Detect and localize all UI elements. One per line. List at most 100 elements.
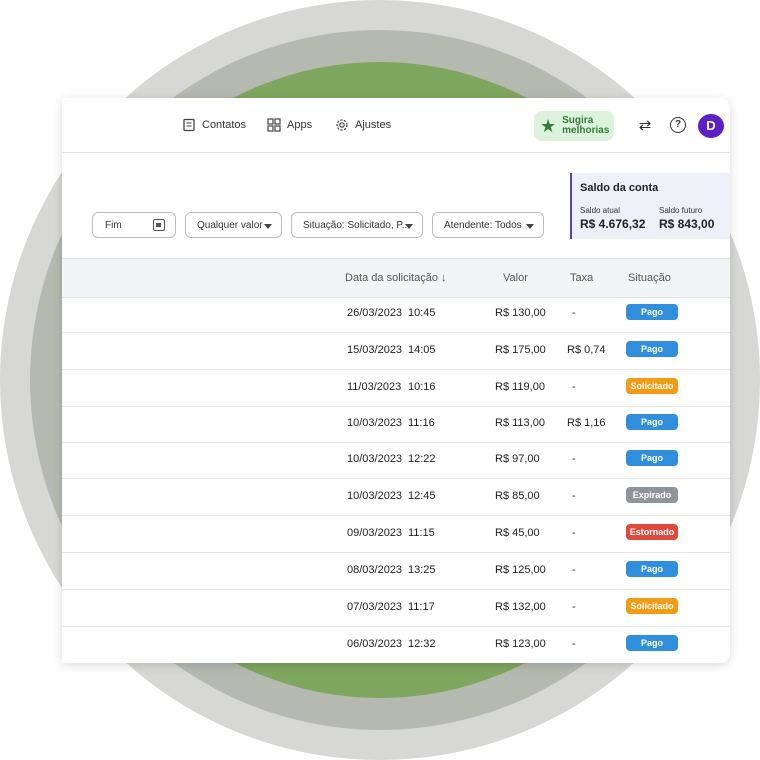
gear-icon xyxy=(336,119,348,131)
attendant-filter[interactable]: Atendente: Todos xyxy=(432,212,544,238)
table-row[interactable]: 26/03/2023 10:45 R$ 130,00 - Pago xyxy=(62,296,730,333)
avatar[interactable]: D xyxy=(698,114,724,138)
star-icon: ★ xyxy=(540,116,557,136)
status-badge: Pago xyxy=(626,561,678,577)
row-time: 12:22 xyxy=(408,453,436,465)
table-row[interactable]: 06/03/2023 12:32 R$ 123,00 - Pago xyxy=(62,627,730,663)
row-time: 13:25 xyxy=(408,564,436,576)
contacts-icon xyxy=(183,118,195,132)
calendar-icon xyxy=(153,219,165,231)
chevron-down-icon xyxy=(405,224,413,229)
table-header: Data da solicitação ↓ Valor Taxa Situaçã… xyxy=(62,258,730,298)
table-row[interactable]: 10/03/2023 12:45 R$ 85,00 - Expirado xyxy=(62,479,730,516)
table-row[interactable]: 10/03/2023 12:22 R$ 97,00 - Pago xyxy=(62,442,730,479)
chevron-down-icon xyxy=(526,224,534,229)
row-time: 11:17 xyxy=(408,601,435,613)
row-fee: - xyxy=(572,564,576,576)
column-header-value[interactable]: Valor xyxy=(503,272,528,284)
row-value: R$ 123,00 xyxy=(495,638,546,650)
apps-grid-icon xyxy=(267,118,281,132)
status-badge: Pago xyxy=(626,414,678,430)
value-filter[interactable]: Qualquer valor xyxy=(185,212,282,238)
row-date: 08/03/2023 xyxy=(347,564,403,576)
status-filter-label: Situação: Solicitado, P... xyxy=(303,219,411,231)
row-time: 14:05 xyxy=(408,344,436,356)
row-time: 10:45 xyxy=(408,307,436,319)
row-fee: - xyxy=(572,601,576,613)
nav-item-ajustes[interactable]: Ajustes xyxy=(335,118,391,132)
table-row[interactable]: 11/03/2023 10:16 R$ 119,00 - Solicitado xyxy=(62,370,730,407)
row-fee: R$ 1,16 xyxy=(567,417,606,429)
row-time: 12:45 xyxy=(408,490,436,502)
row-date: 26/03/2023 xyxy=(347,307,403,319)
row-fee: - xyxy=(572,381,576,393)
nav-item-apps[interactable]: Apps xyxy=(267,118,312,132)
row-date: 09/03/2023 xyxy=(347,527,403,539)
row-fee: - xyxy=(572,453,576,465)
row-value: R$ 97,00 xyxy=(495,453,540,465)
status-filter[interactable]: Situação: Solicitado, P... xyxy=(291,212,423,238)
status-badge: Solicitado xyxy=(626,378,678,394)
row-value: R$ 119,00 xyxy=(495,381,545,393)
help-icon: ? xyxy=(670,117,686,133)
row-date: 11/03/2023 xyxy=(347,381,402,393)
future-balance-label: Saldo futuro xyxy=(659,206,703,215)
row-value: R$ 85,00 xyxy=(495,490,540,502)
current-balance-label: Saldo atual xyxy=(580,206,621,215)
row-time: 11:16 xyxy=(408,417,435,429)
column-header-status[interactable]: Situação xyxy=(628,272,671,284)
row-date: 10/03/2023 xyxy=(347,453,403,465)
swap-arrows-icon[interactable]: ⇄ xyxy=(636,117,654,135)
account-balance-card: Saldo da conta Saldo atual R$ 4.676,32 S… xyxy=(570,173,730,239)
future-balance-value: R$ 843,00 xyxy=(659,217,715,231)
column-header-date[interactable]: Data da solicitação ↓ xyxy=(345,272,447,284)
row-date: 06/03/2023 xyxy=(347,638,403,650)
balance-title: Saldo da conta xyxy=(580,182,659,194)
status-badge: Pago xyxy=(626,450,678,466)
row-time: 10:16 xyxy=(408,381,436,393)
row-date: 10/03/2023 xyxy=(347,417,403,429)
help-button[interactable]: ? xyxy=(670,117,688,135)
status-badge: Solicitado xyxy=(626,598,678,614)
top-navigation-bar: Contatos Apps Ajustes ★ Sugira melhorias… xyxy=(62,98,730,153)
status-badge: Expirado xyxy=(626,487,678,503)
suggest-label: Sugira melhorias xyxy=(562,116,609,136)
row-time: 11:15 xyxy=(408,527,435,539)
nav-label-apps: Apps xyxy=(287,119,313,131)
status-badge: Pago xyxy=(626,341,678,357)
row-date: 07/03/2023 xyxy=(347,601,403,613)
row-value: R$ 175,00 xyxy=(495,344,546,356)
chevron-down-icon xyxy=(264,224,272,229)
table-row[interactable]: 07/03/2023 11:17 R$ 132,00 - Solicitado xyxy=(62,590,730,627)
end-date-filter[interactable]: Fim xyxy=(92,212,176,238)
row-date: 15/03/2023 xyxy=(347,344,403,356)
table-row[interactable]: 09/03/2023 11:15 R$ 45,00 - Estornado xyxy=(62,516,730,553)
row-value: R$ 113,00 xyxy=(495,417,545,429)
row-date: 10/03/2023 xyxy=(347,490,403,502)
row-value: R$ 125,00 xyxy=(495,564,546,576)
row-value: R$ 130,00 xyxy=(495,307,546,319)
suggest-improvements-button[interactable]: ★ Sugira melhorias xyxy=(534,111,614,141)
row-fee: - xyxy=(572,490,576,502)
row-fee: - xyxy=(572,307,576,319)
row-fee: - xyxy=(572,527,576,539)
table-row[interactable]: 10/03/2023 11:16 R$ 113,00 R$ 1,16 Pago xyxy=(62,406,730,443)
status-badge: Pago xyxy=(626,635,678,651)
nav-label-ajustes: Ajustes xyxy=(355,119,392,131)
app-window: Contatos Apps Ajustes ★ Sugira melhorias… xyxy=(62,98,730,663)
table-row[interactable]: 08/03/2023 13:25 R$ 125,00 - Pago xyxy=(62,553,730,590)
current-balance-value: R$ 4.676,32 xyxy=(580,217,646,231)
nav-label-contatos: Contatos xyxy=(202,119,247,131)
table-row[interactable]: 15/03/2023 14:05 R$ 175,00 R$ 0,74 Pago xyxy=(62,333,730,370)
row-fee: R$ 0,74 xyxy=(567,344,606,356)
status-badge: Pago xyxy=(626,304,678,320)
status-badge: Estornado xyxy=(626,524,678,540)
column-header-fee[interactable]: Taxa xyxy=(570,272,593,284)
end-date-label: Fim xyxy=(105,219,122,231)
row-value: R$ 132,00 xyxy=(495,601,546,613)
row-value: R$ 45,00 xyxy=(495,527,540,539)
value-filter-label: Qualquer valor xyxy=(197,219,263,231)
row-time: 12:32 xyxy=(408,638,436,650)
nav-item-contatos[interactable]: Contatos xyxy=(182,118,246,132)
row-fee: - xyxy=(572,638,576,650)
